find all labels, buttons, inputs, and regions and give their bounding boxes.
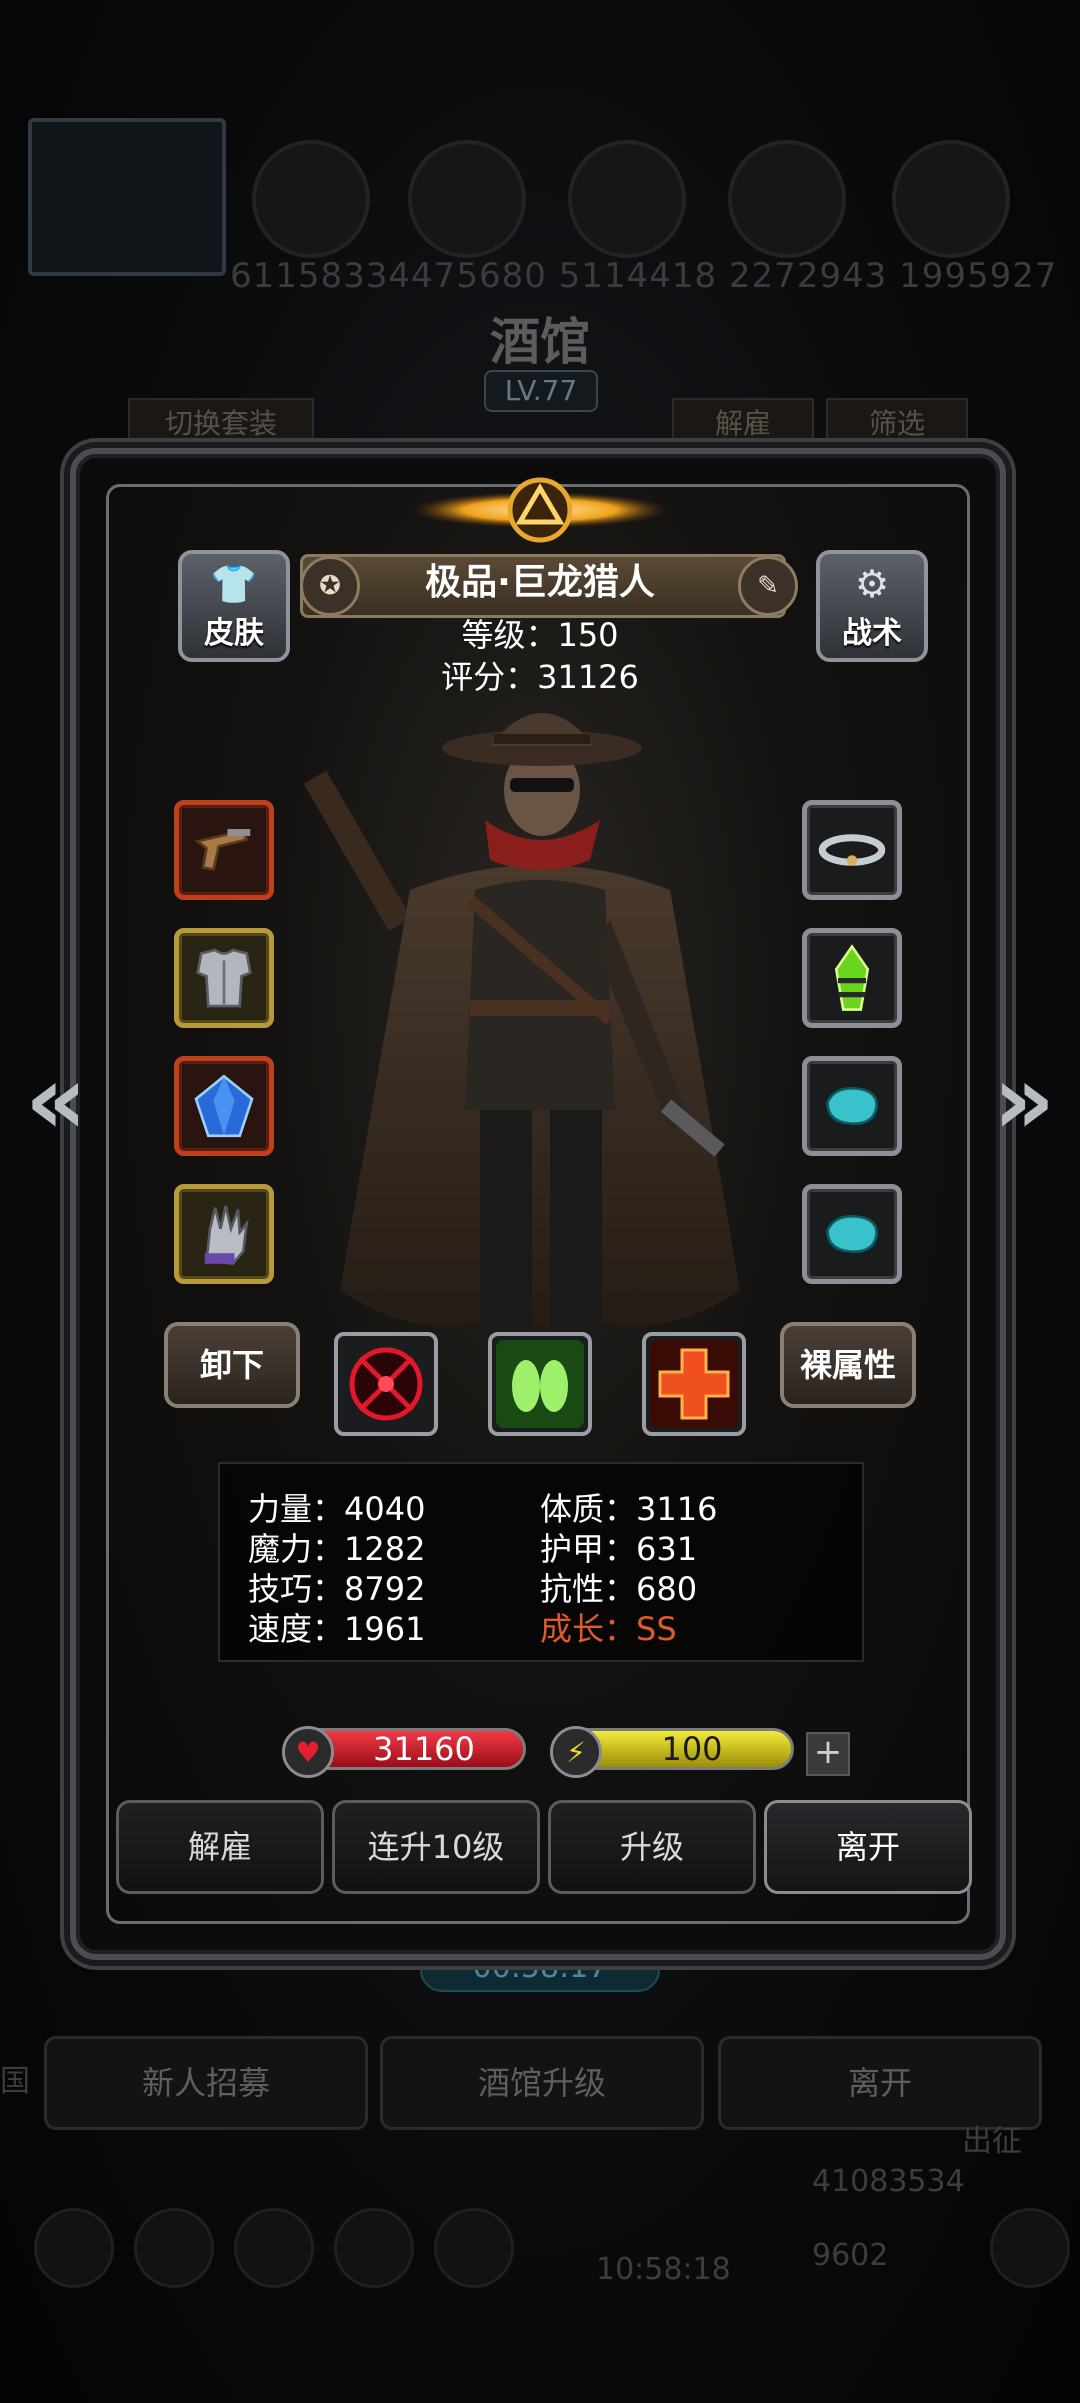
background-resource-icon [408,140,526,258]
equipment-slot-accessory[interactable] [802,800,902,900]
hp-value: 31160 [373,1730,475,1768]
shirt-icon: 👕 [210,562,258,606]
pistol-icon [194,829,251,871]
background-add-icon [990,2208,1070,2288]
background-gold-value: 41083534 [812,2164,965,2199]
level-up-10-button[interactable]: 连升10级 [332,1800,540,1894]
background-resource-icon [892,140,1010,258]
equipment-slot-amulet[interactable] [802,928,902,1028]
equipment-slot-armor[interactable] [174,928,274,1028]
gauntlet-icon [204,1205,249,1266]
red-cross-skill-icon [650,1340,738,1428]
equipment-slot-gem-2[interactable] [802,1184,902,1284]
skill-slot-3[interactable] [642,1332,746,1436]
blue-crystal-icon [194,1074,254,1138]
upgrade-button[interactable]: 升级 [548,1800,756,1894]
background-title: 酒馆 [490,312,590,371]
background-tab-dismiss: 解雇 [672,398,814,450]
background-resource-icon [568,140,686,258]
background-level-badge: LV.77 [484,370,598,412]
skill-slot-2[interactable] [488,1332,592,1436]
background-gem-value: 9602 [812,2238,889,2273]
tactics-button[interactable]: ⚙ 战术 [816,550,928,662]
dismiss-button[interactable]: 解雇 [116,1800,324,1894]
background-menu-icon [334,2208,414,2288]
smoke-ring-icon [818,834,886,866]
teal-gem-icon [826,1215,878,1253]
gear-icon: ⚙ [854,562,890,606]
base-attributes-button[interactable]: 裸属性 [780,1322,916,1408]
equipment-slot-gem-1[interactable] [802,1056,902,1156]
background-avatar [28,118,226,276]
background-resource-icon [252,140,370,258]
medal-icon[interactable]: ✪ [300,556,360,616]
equipment-slot-gloves[interactable] [174,1184,274,1284]
hero-name: 极品·巨龙猎人 [425,562,655,603]
background-march-label: 出征 [962,2124,1022,2159]
emblem-icon [412,477,668,543]
next-hero-arrow-icon[interactable]: » [984,1048,1064,1152]
stat-growth: 成长：SS [540,1610,677,1648]
skin-button[interactable]: 👕 皮肤 [178,550,290,662]
background-menu-icon [434,2208,514,2288]
skin-label: 皮肤 [204,616,264,651]
background-clock: 10:58:18 [596,2252,731,2287]
background-resource-icon [728,140,846,258]
previous-hero-arrow-icon[interactable]: « [16,1048,96,1152]
twin-shots-skill-icon [496,1340,584,1428]
background-menu-icon [134,2208,214,2288]
background-recruit-button: 新人招募 [44,2036,368,2130]
background-menu-icon [34,2208,114,2288]
equipment-slot-weapon[interactable] [174,800,274,900]
chest-armor-icon [196,948,252,1008]
background-upgrade-tavern-button: 酒馆升级 [380,2036,704,2130]
rename-edit-icon[interactable]: ✎ [738,556,798,616]
teal-gem-icon [826,1087,878,1125]
stat-speed: 速度：1961 [248,1610,426,1648]
green-crystal-icon [834,944,870,1011]
background-side-label: 国 [0,2064,30,2099]
background-tab-filter: 筛选 [826,398,968,450]
add-energy-icon[interactable]: + [806,1732,850,1776]
energy-value: 100 [661,1730,723,1768]
background-tab-switch-outfit: 切换套装 [128,398,314,450]
background-menu-icon [234,2208,314,2288]
background-resource-values: 61158334475680 5114418 2272943 1995927 [230,256,1058,296]
tactics-label: 战术 [842,616,902,651]
crosshair-skill-icon [349,1347,423,1421]
leave-button[interactable]: 离开 [764,1800,972,1894]
equipment-slot-jewel[interactable] [174,1056,274,1156]
hero-level: 等级：150 [461,616,619,654]
unequip-button[interactable]: 卸下 [164,1322,300,1408]
skill-slot-1[interactable] [334,1332,438,1436]
